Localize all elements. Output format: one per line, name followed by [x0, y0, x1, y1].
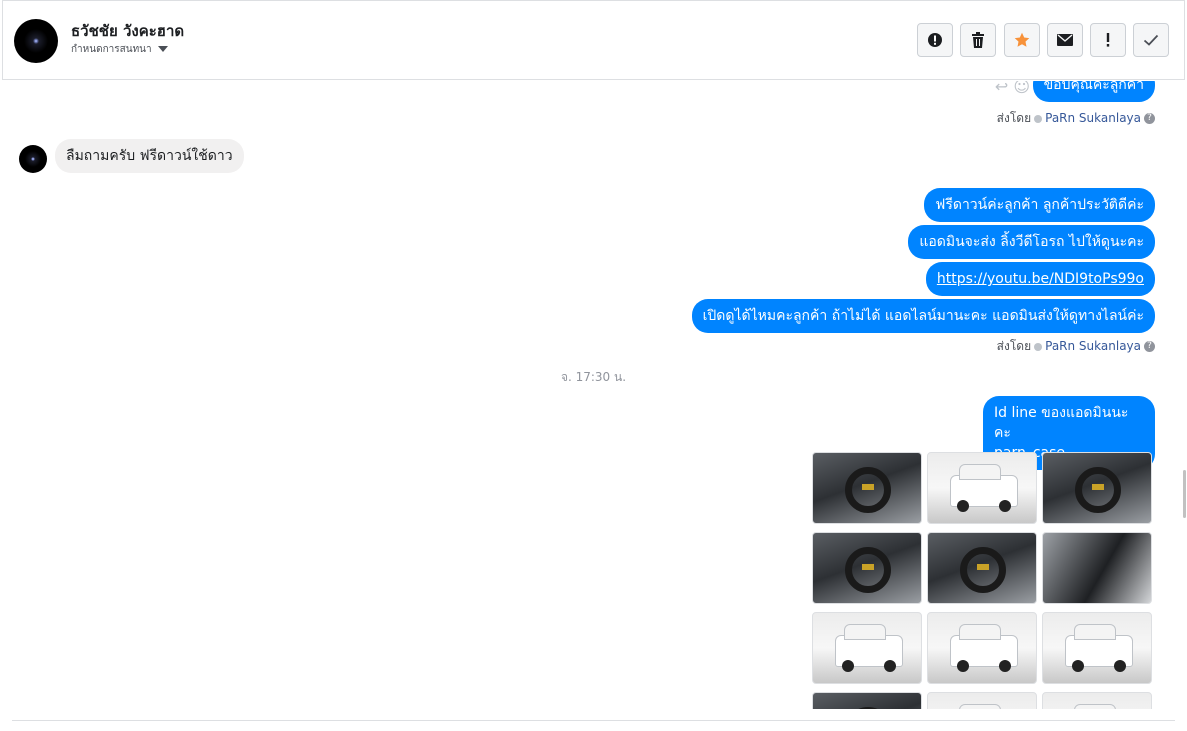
tyre-shape	[957, 660, 969, 672]
trash-icon	[972, 32, 984, 48]
reply-icon[interactable]: ↩	[995, 81, 1008, 96]
steering-wheel-shape	[845, 547, 891, 593]
conversation-header: ธวัชชัย วังคะฮาด กำหนดการสนทนา	[2, 0, 1185, 80]
contact-avatar[interactable]	[14, 19, 58, 63]
contact-name[interactable]: ธวัชชัย วังคะฮาด	[71, 19, 184, 43]
pickup-truck-shape	[950, 464, 1018, 512]
follow-up-button[interactable]	[1090, 23, 1126, 57]
message-bubble-outgoing[interactable]: ฟรีดาวน์ค่ะลูกค้า ลูกค้าประวัติดีค่ะ	[924, 188, 1155, 222]
help-icon[interactable]: ?	[1144, 341, 1155, 352]
car-interior-photo[interactable]	[812, 452, 922, 524]
emoji-react-icon[interactable]: ☺	[1013, 81, 1030, 96]
contact-avatar-small[interactable]	[19, 145, 47, 173]
tyre-shape	[842, 660, 854, 672]
car-front-photo[interactable]	[927, 612, 1037, 684]
message-bubble-outgoing[interactable]: ขอบคุณค่ะลูกค้า	[1032, 81, 1155, 102]
car-photo-12[interactable]	[1042, 692, 1152, 709]
agent-status-icon	[1034, 114, 1043, 123]
mark-unread-button[interactable]	[1047, 23, 1083, 57]
door-panel-photo[interactable]	[1042, 532, 1152, 604]
message-bubble-outgoing-link[interactable]: https://youtu.be/NDI9toPs99o	[925, 262, 1155, 296]
star-button[interactable]	[1004, 23, 1040, 57]
sent-by-label: ส่งโดย PaRn Sukanlaya?	[997, 109, 1155, 128]
caret-down-icon	[157, 46, 168, 52]
spam-button[interactable]	[917, 23, 953, 57]
message-composer[interactable]	[12, 720, 1175, 731]
delete-button[interactable]	[960, 23, 996, 57]
pickup-truck-shape	[950, 624, 1018, 672]
sent-by-prefix: ส่งโดย	[996, 111, 1032, 125]
conversation-schedule-dropdown[interactable]: กำหนดการสนทนา	[71, 42, 168, 57]
message-bubble-outgoing[interactable]: เปิดดูได้ไหมคะลูกค้า ถ้าไม่ได้ แอดไลน์มา…	[691, 299, 1155, 333]
pickup-truck-shape	[835, 624, 903, 672]
pickup-truck-shape	[1065, 624, 1133, 672]
car-front-right-photo[interactable]	[1042, 612, 1152, 684]
steering-wheel-shape	[845, 467, 891, 513]
car-photo-10[interactable]	[812, 692, 922, 709]
alert-circle-icon	[928, 33, 942, 47]
thread-scrollbar[interactable]	[1183, 470, 1186, 518]
exclamation-icon	[1106, 33, 1110, 47]
star-icon	[1014, 32, 1030, 47]
car-front-left-photo[interactable]	[812, 612, 922, 684]
car-photo-11[interactable]	[927, 692, 1037, 709]
agent-status-icon	[1034, 342, 1043, 351]
youtube-link[interactable]: https://youtu.be/NDI9toPs99o	[937, 271, 1144, 287]
message-bubble-incoming[interactable]: ลืมถามครับ ฟรีดาวน์ใช้ดาว	[55, 139, 244, 173]
message-bubble-outgoing[interactable]: แอดมินจะส่ง ลิ้งวีดีโอรถ ไปให้ดูนะคะ	[908, 225, 1155, 259]
message-line: Id line ของแอดมินนะคะ	[994, 405, 1129, 441]
sent-by-label: ส่งโดย PaRn Sukanlaya?	[997, 337, 1155, 356]
agent-name-link[interactable]: PaRn Sukanlaya	[1045, 111, 1141, 125]
agent-name-link[interactable]: PaRn Sukanlaya	[1045, 339, 1141, 353]
check-icon	[1143, 34, 1159, 46]
tyre-shape	[999, 500, 1011, 512]
steering-wheel-shape	[1075, 467, 1121, 513]
tyre-shape	[999, 660, 1011, 672]
message-actions: ↩ ☺	[995, 81, 1030, 96]
message-timestamp: จ. 17:30 น.	[560, 370, 627, 384]
conversation-schedule-label: กำหนดการสนทนา	[71, 44, 152, 55]
mark-done-button[interactable]	[1133, 23, 1169, 57]
tyre-shape	[957, 500, 969, 512]
tyre-shape	[884, 660, 896, 672]
help-icon[interactable]: ?	[1144, 113, 1155, 124]
tyre-shape	[1072, 660, 1084, 672]
steering-wheel-shape	[960, 547, 1006, 593]
car-rear-photo[interactable]	[927, 452, 1037, 524]
steering-wheel-photo[interactable]	[1042, 452, 1152, 524]
steering-wheel-shape	[845, 707, 891, 709]
tyre-shape	[1114, 660, 1126, 672]
envelope-icon	[1057, 34, 1073, 46]
message-thread[interactable]: ↩ ☺ ขอบคุณค่ะลูกค้า ส่งโดย PaRn Sukanlaya…	[2, 81, 1185, 709]
dashboard-photo[interactable]	[812, 532, 922, 604]
sent-by-prefix: ส่งโดย	[996, 339, 1032, 353]
cabin-photo[interactable]	[927, 532, 1037, 604]
